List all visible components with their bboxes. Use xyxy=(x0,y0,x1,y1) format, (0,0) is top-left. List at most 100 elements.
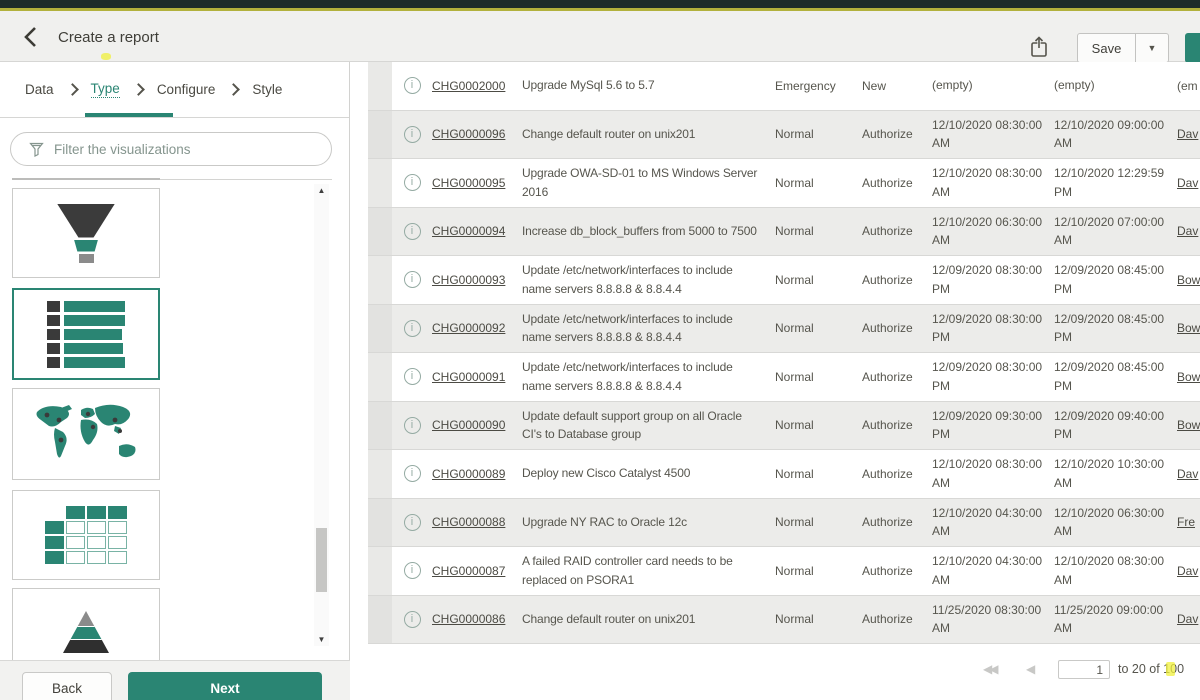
assigned-to-link[interactable]: Dav xyxy=(1177,612,1198,626)
step-data[interactable]: Data xyxy=(25,82,54,97)
start-date-cell: 12/09/2020 09:30:00 PM xyxy=(924,407,1046,444)
table-row[interactable]: i CHG0000089 Deploy new Cisco Catalyst 4… xyxy=(368,450,1200,499)
filter-visualizations-input[interactable] xyxy=(54,142,304,157)
short-description-cell: Upgrade NY RAC to Oracle 12c xyxy=(522,513,770,532)
row-leading-strip xyxy=(368,547,392,595)
viz-thumb-table[interactable] xyxy=(12,490,160,580)
pyramid-chart-icon xyxy=(63,611,109,653)
step-type[interactable]: Type xyxy=(91,81,120,98)
info-icon[interactable]: i xyxy=(404,417,421,434)
priority-cell: Normal xyxy=(770,321,854,335)
end-date-cell: 12/09/2020 08:45:00 PM xyxy=(1046,310,1168,347)
info-icon[interactable]: i xyxy=(404,611,421,628)
table-row[interactable]: i CHG0000096 Change default router on un… xyxy=(368,111,1200,160)
assigned-to-link[interactable]: Bow xyxy=(1177,273,1200,287)
short-description-cell: A failed RAID controller card needs to b… xyxy=(522,552,770,589)
assigned-to-cell: Dav xyxy=(1168,612,1200,626)
table-row[interactable]: i CHG0000093 Update /etc/network/interfa… xyxy=(368,256,1200,305)
assigned-to-link[interactable]: Bow xyxy=(1177,370,1200,384)
assigned-to-link[interactable]: (em xyxy=(1177,79,1198,93)
change-number-link[interactable]: CHG0000093 xyxy=(432,273,505,287)
step-configure[interactable]: Configure xyxy=(157,82,216,97)
table-row[interactable]: i CHG0000095 Upgrade OWA-SD-01 to MS Win… xyxy=(368,159,1200,208)
next-button[interactable]: Next xyxy=(128,672,322,700)
info-icon[interactable]: i xyxy=(404,271,421,288)
end-date-cell: 11/25/2020 09:00:00 AM xyxy=(1046,601,1168,638)
table-row[interactable]: i CHG0000087 A failed RAID controller ca… xyxy=(368,547,1200,596)
table-row[interactable]: i CHG0000092 Update /etc/network/interfa… xyxy=(368,305,1200,354)
info-icon[interactable]: i xyxy=(404,77,421,94)
assigned-to-cell: Fre xyxy=(1168,515,1200,529)
assigned-to-cell: Dav xyxy=(1168,176,1200,190)
back-icon[interactable] xyxy=(20,25,44,49)
assigned-to-cell: Bow xyxy=(1168,321,1200,335)
change-number-link[interactable]: CHG0000094 xyxy=(432,224,505,238)
row-info-cell: i xyxy=(392,223,432,240)
change-number-link[interactable]: CHG0000095 xyxy=(432,176,505,190)
visualization-filter xyxy=(10,132,332,166)
info-icon[interactable]: i xyxy=(404,223,421,240)
change-number-link[interactable]: CHG0000092 xyxy=(432,321,505,335)
change-number-link[interactable]: CHG0000087 xyxy=(432,564,505,578)
table-row[interactable]: i CHG0000090 Update default support grou… xyxy=(368,402,1200,451)
step-style[interactable]: Style xyxy=(252,82,282,97)
change-number-link[interactable]: CHG0000096 xyxy=(432,127,505,141)
assigned-to-link[interactable]: Dav xyxy=(1177,176,1198,190)
change-number-cell: CHG0000094 xyxy=(432,224,522,238)
change-number-link[interactable]: CHG0000089 xyxy=(432,467,505,481)
previous-page-icon[interactable]: ◀ xyxy=(1026,662,1035,676)
back-button[interactable]: Back xyxy=(22,672,112,700)
scroll-down-icon[interactable]: ▼ xyxy=(314,635,329,644)
scroll-up-icon[interactable]: ▲ xyxy=(314,186,329,195)
change-number-link[interactable]: CHG0000086 xyxy=(432,612,505,626)
priority-cell: Normal xyxy=(770,612,854,626)
info-icon[interactable]: i xyxy=(404,465,421,482)
short-description-cell: Change default router on unix201 xyxy=(522,125,770,144)
click-highlight-pagination xyxy=(1166,662,1175,676)
assigned-to-link[interactable]: Dav xyxy=(1177,564,1198,578)
assigned-to-link[interactable]: Bow xyxy=(1177,321,1200,335)
table-row[interactable]: i CHG0002000 Upgrade MySql 5.6 to 5.7 Em… xyxy=(368,62,1200,111)
assigned-to-link[interactable]: Dav xyxy=(1177,224,1198,238)
table-row[interactable]: i CHG0000094 Increase db_block_buffers f… xyxy=(368,208,1200,257)
page-title: Create a report xyxy=(58,29,159,46)
info-icon[interactable]: i xyxy=(404,562,421,579)
cut-off-teal-button[interactable] xyxy=(1185,33,1200,63)
info-icon[interactable]: i xyxy=(404,320,421,337)
assigned-to-link[interactable]: Bow xyxy=(1177,418,1200,432)
save-dropdown-caret[interactable]: ▼ xyxy=(1135,34,1168,62)
viz-thumb-funnel[interactable] xyxy=(12,188,160,278)
viz-thumb-map[interactable] xyxy=(12,388,160,480)
info-icon[interactable]: i xyxy=(404,514,421,531)
scrollbar-thumb[interactable] xyxy=(316,528,327,592)
end-date-cell: 12/09/2020 09:40:00 PM xyxy=(1046,407,1168,444)
assigned-to-link[interactable]: Dav xyxy=(1177,467,1198,481)
share-icon[interactable] xyxy=(1028,35,1052,61)
assigned-to-link[interactable]: Fre xyxy=(1177,515,1195,529)
change-number-cell: CHG0000096 xyxy=(432,127,522,141)
change-number-link[interactable]: CHG0000088 xyxy=(432,515,505,529)
viz-thumb-pyramid[interactable] xyxy=(12,588,160,660)
change-number-link[interactable]: CHG0000090 xyxy=(432,418,505,432)
info-icon[interactable]: i xyxy=(404,126,421,143)
records-table: i CHG0002000 Upgrade MySql 5.6 to 5.7 Em… xyxy=(368,62,1200,644)
first-page-icon[interactable]: ◀◀ xyxy=(983,662,995,676)
table-row[interactable]: i CHG0000088 Upgrade NY RAC to Oracle 12… xyxy=(368,499,1200,548)
row-info-cell: i xyxy=(392,514,432,531)
chevron-right-icon xyxy=(227,83,240,96)
change-number-cell: CHG0000087 xyxy=(432,564,522,578)
table-row[interactable]: i CHG0000091 Update /etc/network/interfa… xyxy=(368,353,1200,402)
start-date-cell: 12/10/2020 08:30:00 AM xyxy=(924,164,1046,201)
page-number-input[interactable] xyxy=(1058,660,1110,679)
panel-scrollbar[interactable]: ▲ ▼ xyxy=(314,184,329,646)
info-icon[interactable]: i xyxy=(404,368,421,385)
info-icon[interactable]: i xyxy=(404,174,421,191)
viz-thumb-list-selected[interactable] xyxy=(12,288,160,380)
assigned-to-link[interactable]: Dav xyxy=(1177,127,1198,141)
table-row[interactable]: i CHG0000086 Change default router on un… xyxy=(368,596,1200,645)
change-number-link[interactable]: CHG0000091 xyxy=(432,370,505,384)
save-button[interactable]: Save xyxy=(1078,34,1135,62)
short-description-cell: Change default router on unix201 xyxy=(522,610,770,629)
assigned-to-cell: Dav xyxy=(1168,467,1200,481)
change-number-link[interactable]: CHG0002000 xyxy=(432,79,505,93)
